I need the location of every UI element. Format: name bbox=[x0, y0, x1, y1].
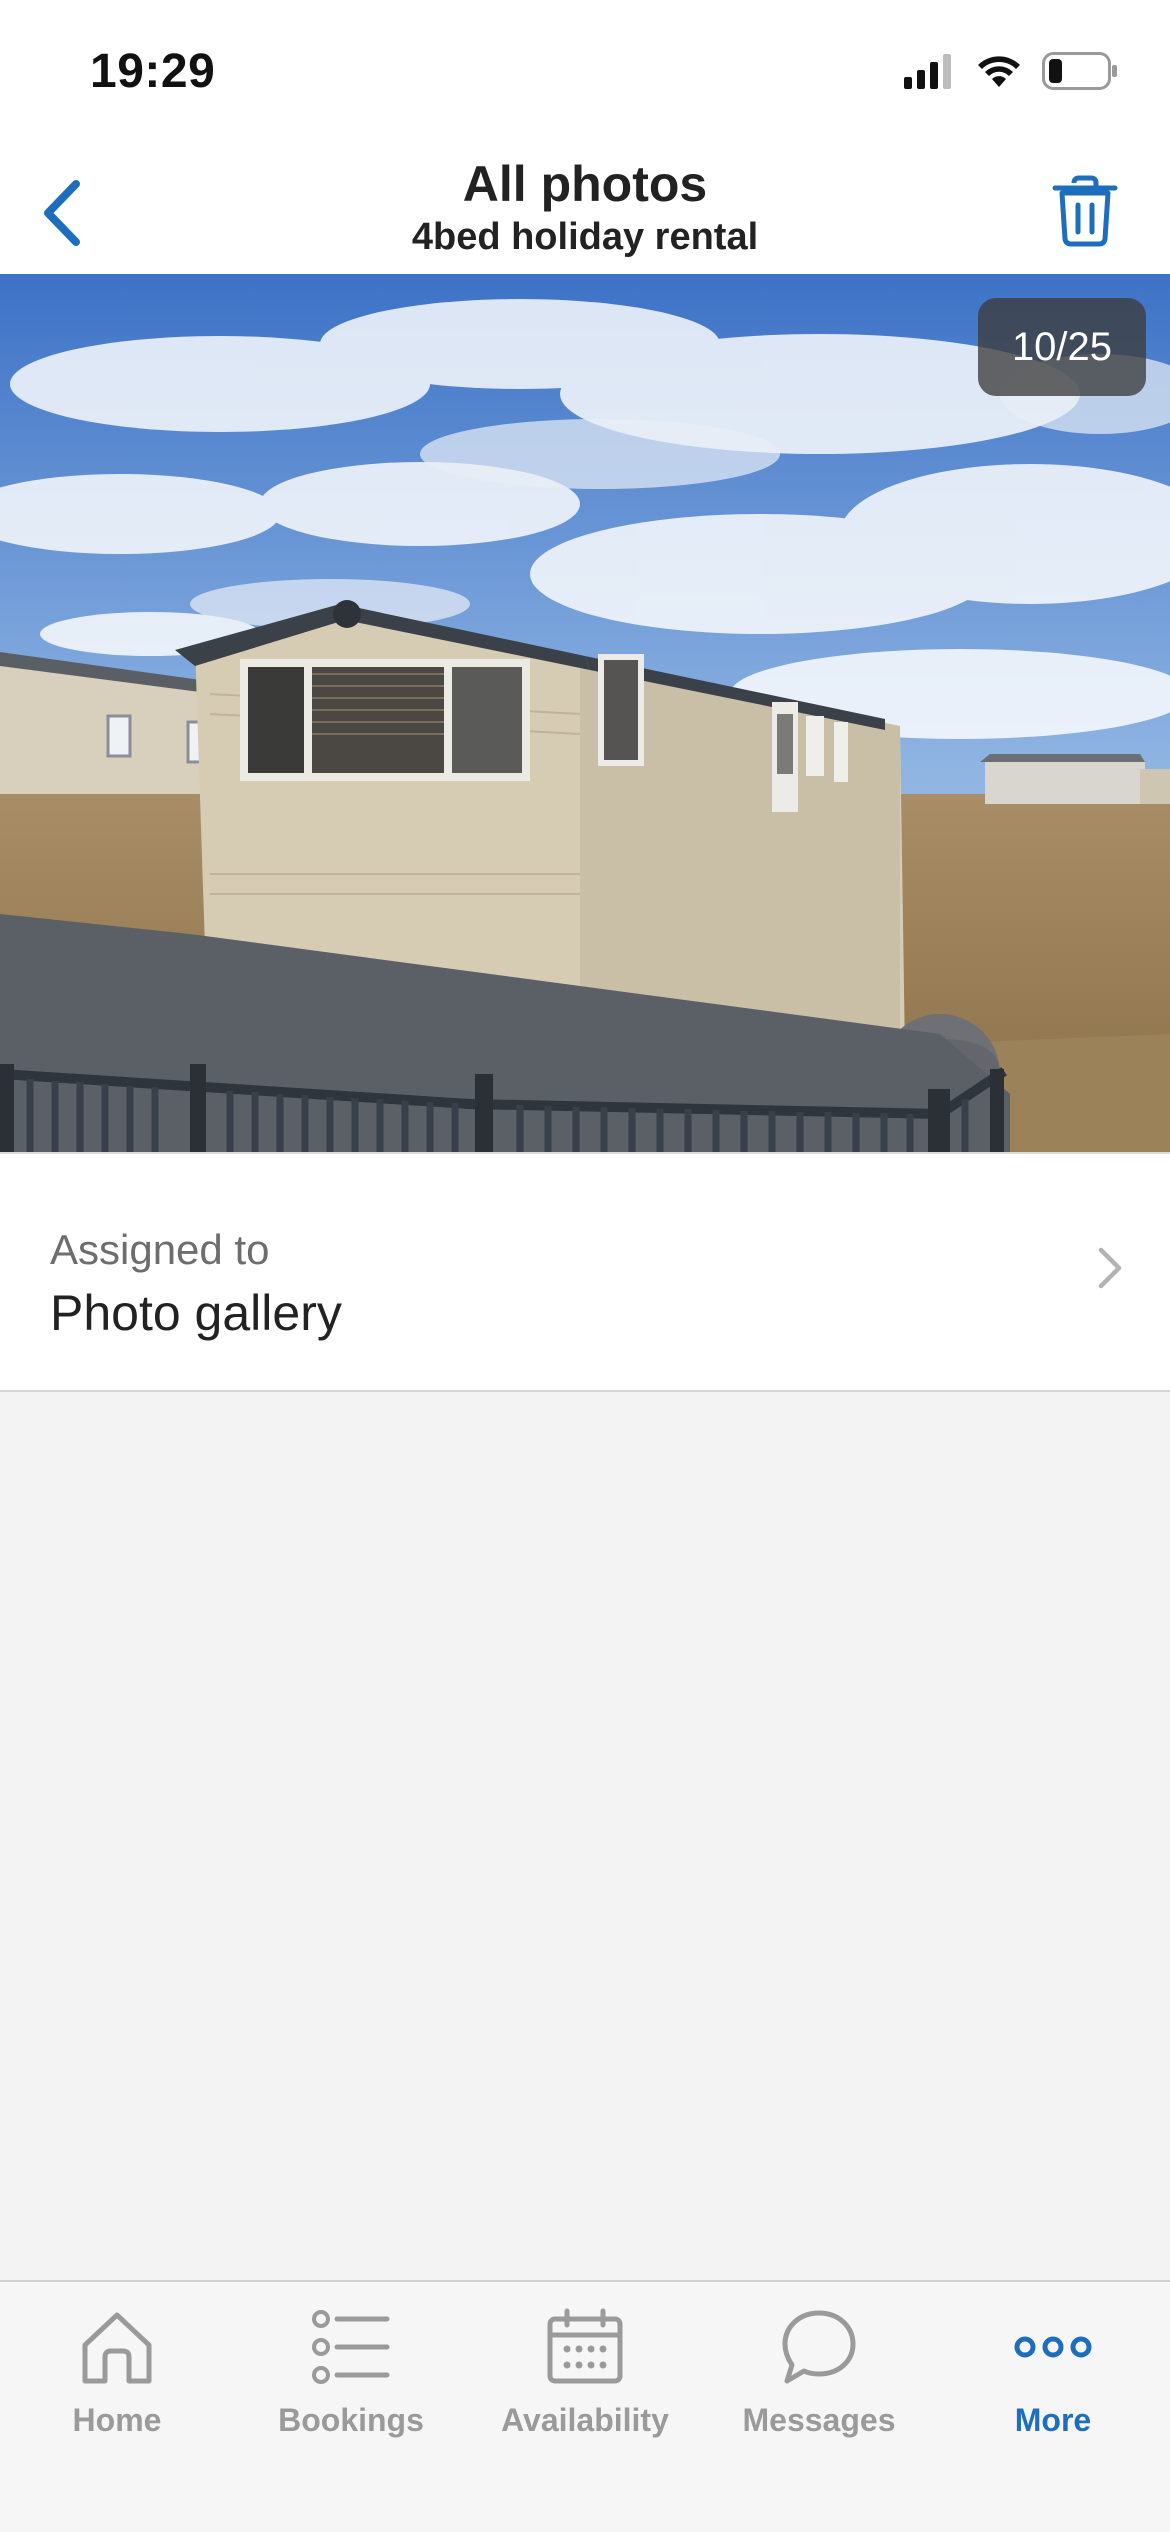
tab-more-label: More bbox=[1014, 2402, 1092, 2438]
page-title: All photos bbox=[462, 156, 708, 212]
tab-bookings-label: Bookings bbox=[278, 2402, 424, 2438]
status-time: 19:29 bbox=[90, 45, 216, 98]
home-icon bbox=[77, 2302, 157, 2392]
bottom-tab-bar: Home Bookings Availability Messages More bbox=[0, 2280, 1170, 2532]
assigned-to-row[interactable]: Assigned to Photo gallery bbox=[0, 1152, 1170, 1392]
delete-photo-button[interactable] bbox=[1040, 168, 1130, 258]
tab-more[interactable]: More bbox=[936, 2282, 1170, 2482]
photo-counter-badge: 10/25 bbox=[978, 298, 1146, 396]
calendar-icon bbox=[545, 2302, 625, 2392]
wifi-icon bbox=[976, 53, 1022, 94]
tab-availability-label: Availability bbox=[501, 2402, 669, 2438]
tab-home-label: Home bbox=[72, 2402, 162, 2438]
tab-messages[interactable]: Messages bbox=[702, 2282, 936, 2482]
tab-home[interactable]: Home bbox=[0, 2282, 234, 2482]
navigation-bar: All photos 4bed holiday rental bbox=[0, 150, 1170, 274]
trash-icon bbox=[1052, 175, 1118, 252]
battery-icon bbox=[1042, 52, 1118, 95]
chat-bubble-icon bbox=[779, 2302, 859, 2392]
status-bar: 19:29 bbox=[0, 0, 1170, 150]
tab-messages-label: Messages bbox=[742, 2402, 896, 2438]
holiday-home-photo bbox=[0, 274, 1170, 1152]
list-icon bbox=[311, 2302, 391, 2392]
chevron-left-icon bbox=[40, 178, 84, 253]
more-dots-icon bbox=[1013, 2302, 1093, 2392]
chevron-right-icon bbox=[1096, 1246, 1124, 1295]
back-button[interactable] bbox=[22, 170, 102, 260]
page-subtitle: 4bed holiday rental bbox=[411, 216, 759, 258]
assigned-to-value: Photo gallery bbox=[50, 1285, 342, 1341]
status-icons bbox=[904, 52, 1118, 95]
nav-title-group: All photos 4bed holiday rental bbox=[250, 150, 920, 260]
cellular-signal-icon bbox=[904, 53, 956, 94]
photo-viewer[interactable]: 10/25 bbox=[0, 274, 1170, 1152]
assigned-to-label: Assigned to bbox=[50, 1226, 270, 1273]
tab-bookings[interactable]: Bookings bbox=[234, 2282, 468, 2482]
tab-availability[interactable]: Availability bbox=[468, 2282, 702, 2482]
